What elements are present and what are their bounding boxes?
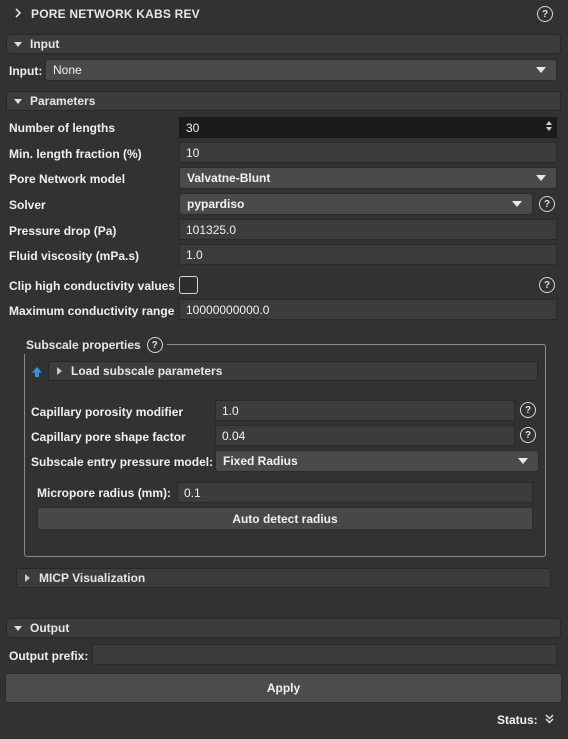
output-prefix-label: Output prefix: bbox=[9, 649, 89, 663]
double-chevron-down-icon[interactable] bbox=[545, 713, 554, 727]
micp-visualization-header[interactable]: MICP Visualization bbox=[16, 568, 551, 588]
pressure-drop-value: 101325.0 bbox=[186, 222, 237, 237]
dropdown-arrow-icon bbox=[536, 67, 546, 73]
max-conductivity-range-input[interactable]: 10000000000.0 bbox=[179, 299, 557, 320]
micp-visualization-label: MICP Visualization bbox=[39, 571, 146, 585]
subscale-title-wrap: Subscale properties ? bbox=[22, 336, 167, 354]
subscale-help-icon[interactable]: ? bbox=[146, 337, 163, 353]
spin-arrows-icon[interactable] bbox=[544, 120, 554, 135]
solver-dropdown[interactable]: pypardiso bbox=[179, 193, 533, 215]
module-title: PORE NETWORK KABS REV bbox=[31, 7, 200, 21]
entry-pressure-model-label: Subscale entry pressure model: bbox=[31, 455, 214, 469]
pore-network-model-value: Valvatne-Blunt bbox=[187, 171, 271, 185]
section-header-parameters[interactable]: Parameters bbox=[6, 91, 561, 111]
input-node-selector[interactable]: None bbox=[45, 59, 557, 81]
capillary-pore-shape-factor-value: 0.04 bbox=[222, 428, 246, 443]
input-value: None bbox=[53, 63, 82, 77]
solver-value: pypardiso bbox=[187, 197, 245, 211]
auto-detect-radius-button[interactable]: Auto detect radius bbox=[37, 507, 533, 530]
solver-help-icon[interactable]: ? bbox=[539, 196, 555, 212]
section-title-output: Output bbox=[30, 621, 70, 635]
section-title-parameters: Parameters bbox=[30, 94, 96, 108]
min-length-fraction-value: 10 bbox=[186, 145, 200, 160]
capillary-porosity-modifier-value: 1.0 bbox=[222, 403, 239, 418]
micropore-radius-input[interactable]: 0.1 bbox=[177, 482, 533, 503]
collapse-arrow-icon bbox=[14, 41, 22, 47]
entry-pressure-model-value: Fixed Radius bbox=[223, 454, 298, 468]
number-of-lengths-spinbox[interactable]: 30 bbox=[179, 117, 557, 138]
dropdown-arrow-icon bbox=[518, 458, 528, 464]
load-subscale-parameters-label: Load subscale parameters bbox=[71, 364, 223, 378]
pore-network-model-label: Pore Network model bbox=[9, 172, 126, 186]
module-title-bar[interactable]: PORE NETWORK KABS REV bbox=[0, 3, 568, 25]
clip-help-icon[interactable]: ? bbox=[539, 277, 555, 293]
capillary-porosity-help-icon[interactable]: ? bbox=[520, 402, 536, 418]
min-length-fraction-label: Min. length fraction (%) bbox=[9, 147, 142, 161]
pressure-drop-input[interactable]: 101325.0 bbox=[179, 219, 557, 240]
chevron-right-icon bbox=[14, 7, 22, 21]
min-length-fraction-input[interactable]: 10 bbox=[179, 142, 557, 163]
expand-arrow-icon bbox=[57, 367, 62, 375]
fluid-viscosity-value: 1.0 bbox=[186, 247, 203, 262]
section-header-output[interactable]: Output bbox=[6, 618, 561, 638]
micropore-radius-value: 0.1 bbox=[184, 485, 201, 500]
dropdown-arrow-icon bbox=[512, 201, 522, 207]
solver-label: Solver bbox=[9, 198, 46, 212]
capillary-shape-help-icon[interactable]: ? bbox=[520, 427, 536, 443]
upload-arrow-icon[interactable] bbox=[31, 366, 43, 381]
collapse-arrow-icon bbox=[14, 625, 22, 631]
capillary-pore-shape-factor-label: Capillary pore shape factor bbox=[31, 430, 186, 444]
max-conductivity-range-value: 10000000000.0 bbox=[186, 302, 270, 317]
input-label: Input: bbox=[9, 64, 43, 78]
clip-high-conductivity-checkbox[interactable] bbox=[179, 276, 198, 294]
fluid-viscosity-label: Fluid viscosity (mPa.s) bbox=[9, 249, 140, 263]
pore-network-model-dropdown[interactable]: Valvatne-Blunt bbox=[179, 167, 557, 189]
capillary-pore-shape-factor-input[interactable]: 0.04 bbox=[215, 425, 515, 446]
apply-label: Apply bbox=[266, 681, 301, 695]
apply-button[interactable]: Apply bbox=[5, 673, 562, 703]
clip-high-conductivity-label: Clip high conductivity values bbox=[9, 279, 176, 293]
collapse-arrow-icon bbox=[14, 98, 22, 104]
max-conductivity-range-label: Maximum conductivity range bbox=[9, 304, 175, 318]
section-title-input: Input bbox=[30, 37, 60, 51]
status-label: Status: bbox=[497, 713, 538, 727]
micropore-radius-label: Micropore radius (mm): bbox=[37, 486, 172, 500]
output-prefix-input[interactable] bbox=[92, 644, 557, 665]
section-header-input[interactable]: Input bbox=[6, 34, 561, 54]
auto-detect-radius-label: Auto detect radius bbox=[232, 511, 338, 526]
dropdown-arrow-icon bbox=[536, 175, 546, 181]
number-of-lengths-label: Number of lengths bbox=[9, 121, 116, 135]
number-of-lengths-value: 30 bbox=[186, 120, 200, 135]
entry-pressure-model-dropdown[interactable]: Fixed Radius bbox=[215, 450, 539, 472]
pressure-drop-label: Pressure drop (Pa) bbox=[9, 224, 117, 238]
fluid-viscosity-input[interactable]: 1.0 bbox=[179, 244, 557, 265]
capillary-porosity-modifier-input[interactable]: 1.0 bbox=[215, 400, 515, 421]
module-help-icon[interactable]: ? bbox=[537, 6, 553, 22]
capillary-porosity-modifier-label: Capillary porosity modifier bbox=[31, 405, 184, 419]
subscale-properties-title: Subscale properties bbox=[26, 338, 141, 352]
expand-arrow-icon bbox=[25, 574, 30, 582]
load-subscale-parameters-header[interactable]: Load subscale parameters bbox=[48, 361, 538, 381]
